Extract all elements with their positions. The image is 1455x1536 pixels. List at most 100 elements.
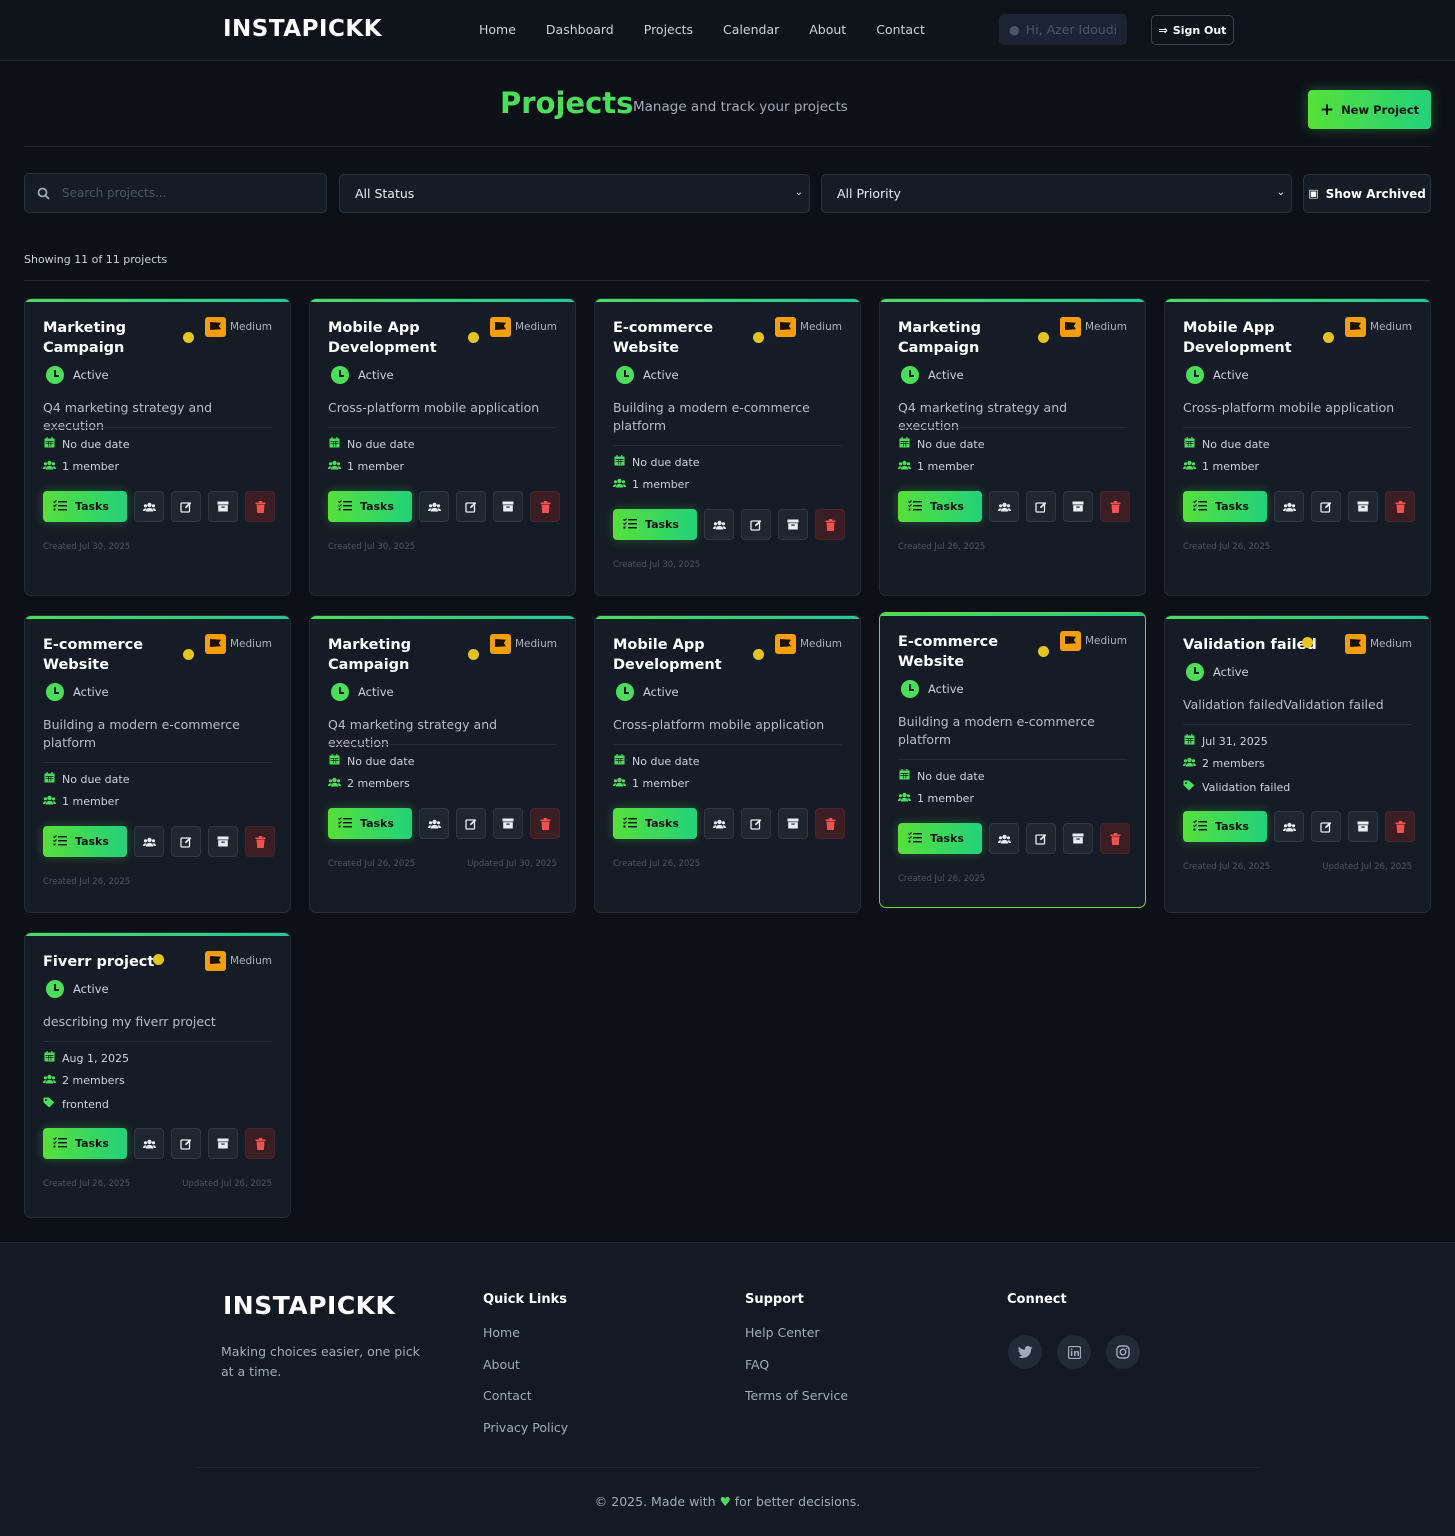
tasks-button[interactable]: Tasks — [43, 826, 127, 857]
project-card[interactable]: Mobile App Development Medium Active Cro… — [1164, 298, 1431, 596]
members-button[interactable] — [704, 509, 734, 540]
archive-button[interactable] — [493, 808, 523, 839]
archive-button[interactable] — [208, 491, 238, 522]
twitter-icon[interactable] — [1008, 1335, 1042, 1369]
delete-button[interactable] — [530, 491, 560, 522]
edit-button[interactable] — [456, 808, 486, 839]
project-card[interactable]: Validation failed Medium Active Validati… — [1164, 615, 1431, 913]
members-button[interactable] — [419, 808, 449, 839]
project-title[interactable]: Marketing Campaign — [43, 318, 178, 358]
edit-button[interactable] — [741, 808, 771, 839]
project-card[interactable]: Mobile App Development Medium Active Cro… — [309, 298, 576, 596]
tasks-button[interactable]: Tasks — [898, 823, 982, 854]
user-greeting-button[interactable]: ● Hi, Azer Idoudi — [999, 14, 1127, 45]
tasks-button[interactable]: Tasks — [328, 808, 412, 839]
delete-button[interactable] — [530, 808, 560, 839]
delete-button[interactable] — [245, 826, 275, 857]
edit-button[interactable] — [456, 491, 486, 522]
footer-link-privacy[interactable]: Privacy Policy — [483, 1420, 568, 1435]
footer-logo[interactable]: INSTAPICKK — [223, 1291, 395, 1320]
edit-button[interactable] — [741, 509, 771, 540]
project-card[interactable]: Fiverr project Medium Active describing … — [24, 932, 291, 1218]
delete-button[interactable] — [1385, 491, 1415, 522]
archive-button[interactable] — [493, 491, 523, 522]
delete-button[interactable] — [1385, 811, 1415, 842]
project-title[interactable]: Marketing Campaign — [898, 318, 1033, 358]
show-archived-button[interactable]: ▣ Show Archived — [1303, 174, 1431, 213]
members-button[interactable] — [989, 823, 1019, 854]
project-title[interactable]: Validation failed — [1183, 635, 1317, 655]
nav-link-dashboard[interactable]: Dashboard — [546, 22, 614, 37]
archive-button[interactable] — [208, 826, 238, 857]
project-title[interactable]: Mobile App Development — [1183, 318, 1318, 358]
project-card[interactable]: E-commerce Website Medium Active Buildin… — [24, 615, 291, 913]
project-title[interactable]: Mobile App Development — [328, 318, 463, 358]
tasks-button[interactable]: Tasks — [613, 509, 697, 540]
tasks-button[interactable]: Tasks — [1183, 811, 1267, 842]
members-button[interactable] — [134, 491, 164, 522]
delete-button[interactable] — [245, 1128, 275, 1159]
archive-button[interactable] — [1063, 491, 1093, 522]
archive-button[interactable] — [1348, 491, 1378, 522]
edit-button[interactable] — [1026, 491, 1056, 522]
linkedin-icon[interactable] — [1057, 1335, 1091, 1369]
members-button[interactable] — [704, 808, 734, 839]
footer-link-contact[interactable]: Contact — [483, 1388, 532, 1403]
members-button[interactable] — [1274, 491, 1304, 522]
edit-button[interactable] — [171, 826, 201, 857]
tasks-button[interactable]: Tasks — [328, 491, 412, 522]
brand-logo[interactable]: INSTAPICKK — [223, 16, 382, 42]
project-card[interactable]: E-commerce Website Medium Active Buildin… — [594, 298, 861, 596]
project-title[interactable]: Fiverr project — [43, 952, 154, 972]
footer-link-home[interactable]: Home — [483, 1325, 520, 1340]
tasks-button[interactable]: Tasks — [898, 491, 982, 522]
instagram-icon[interactable] — [1106, 1335, 1140, 1369]
archive-button[interactable] — [1348, 811, 1378, 842]
members-button[interactable] — [419, 491, 449, 522]
nav-link-about[interactable]: About — [809, 22, 846, 37]
project-title[interactable]: Mobile App Development — [613, 635, 748, 675]
sign-out-button[interactable]: ⇒ Sign Out — [1151, 15, 1234, 45]
status-select[interactable]: All Status ⌄ — [339, 174, 810, 213]
archive-button[interactable] — [778, 509, 808, 540]
nav-link-calendar[interactable]: Calendar — [723, 22, 779, 37]
tasks-button[interactable]: Tasks — [613, 808, 697, 839]
tasks-button[interactable]: Tasks — [1183, 491, 1267, 522]
footer-link-terms[interactable]: Terms of Service — [745, 1388, 848, 1403]
new-project-button[interactable]: + New Project — [1308, 90, 1431, 129]
edit-button[interactable] — [1311, 491, 1341, 522]
priority-select[interactable]: All Priority ⌄ — [821, 174, 1292, 213]
edit-button[interactable] — [171, 491, 201, 522]
archive-button[interactable] — [1063, 823, 1093, 854]
footer-link-about[interactable]: About — [483, 1357, 520, 1372]
delete-button[interactable] — [815, 509, 845, 540]
search-input[interactable] — [62, 186, 302, 200]
project-card[interactable]: E-commerce Website Medium Active Buildin… — [879, 612, 1146, 908]
footer-link-help-center[interactable]: Help Center — [745, 1325, 820, 1340]
edit-button[interactable] — [171, 1128, 201, 1159]
archive-button[interactable] — [208, 1128, 238, 1159]
project-title[interactable]: E-commerce Website — [43, 635, 178, 675]
members-button[interactable] — [134, 1128, 164, 1159]
delete-button[interactable] — [815, 808, 845, 839]
edit-button[interactable] — [1311, 811, 1341, 842]
nav-link-home[interactable]: Home — [479, 22, 516, 37]
members-button[interactable] — [989, 491, 1019, 522]
delete-button[interactable] — [245, 491, 275, 522]
archive-button[interactable] — [778, 808, 808, 839]
edit-button[interactable] — [1026, 823, 1056, 854]
project-card[interactable]: Marketing Campaign Medium Active Q4 mark… — [309, 615, 576, 913]
nav-link-contact[interactable]: Contact — [876, 22, 925, 37]
project-title[interactable]: E-commerce Website — [613, 318, 748, 358]
delete-button[interactable] — [1100, 491, 1130, 522]
tasks-button[interactable]: Tasks — [43, 491, 127, 522]
delete-button[interactable] — [1100, 823, 1130, 854]
footer-link-faq[interactable]: FAQ — [745, 1357, 769, 1372]
project-card[interactable]: Mobile App Development Medium Active Cro… — [594, 615, 861, 913]
project-title[interactable]: E-commerce Website — [898, 632, 1033, 672]
project-card[interactable]: Marketing Campaign Medium Active Q4 mark… — [24, 298, 291, 596]
tasks-button[interactable]: Tasks — [43, 1128, 127, 1159]
members-button[interactable] — [134, 826, 164, 857]
project-card[interactable]: Marketing Campaign Medium Active Q4 mark… — [879, 298, 1146, 596]
members-button[interactable] — [1274, 811, 1304, 842]
